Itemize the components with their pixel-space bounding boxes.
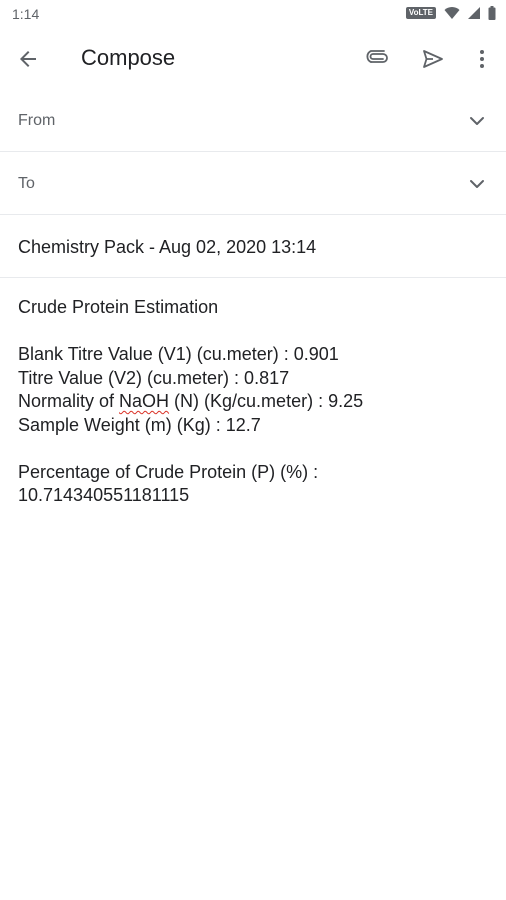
send-icon[interactable] <box>421 47 445 71</box>
chevron-down-icon[interactable] <box>465 109 489 133</box>
body-line: Sample Weight (m) (Kg) : 12.7 <box>18 414 261 435</box>
body-line: Blank Titre Value (V1) (cu.meter) : 0.90… <box>18 344 339 364</box>
status-bar: 1:14 VoLTE <box>0 0 506 28</box>
from-field[interactable]: From <box>0 90 506 152</box>
body-text: Normality of <box>18 391 120 411</box>
body-line: Titre Value (V2) (cu.meter) : 0.817 <box>18 367 290 388</box>
signal-icon <box>468 7 480 19</box>
result-label: Percentage of Crude Protein (P) (%) : <box>18 461 319 482</box>
volte-icon: VoLTE <box>405 7 436 19</box>
body-heading: Crude Protein Estimation <box>18 297 219 317</box>
from-label: From <box>18 112 56 129</box>
more-vert-icon[interactable] <box>470 47 494 71</box>
battery-icon <box>488 6 496 20</box>
result-value: 10.714340551181115 <box>18 485 190 505</box>
body-text: (N) (Kg/cu.meter) : 9.25 <box>169 391 364 411</box>
chevron-down-icon[interactable] <box>465 172 489 196</box>
to-label: To <box>18 175 35 192</box>
wifi-icon <box>444 7 460 20</box>
status-time: 1:14 <box>12 6 40 22</box>
back-arrow-icon[interactable] <box>16 47 40 71</box>
page-title: Compose <box>81 45 176 70</box>
spellcheck-flagged-word[interactable]: NaOH <box>119 391 169 411</box>
app-bar: Compose <box>0 28 506 90</box>
status-icons: VoLTE <box>405 6 496 20</box>
subject-text[interactable]: Chemistry Pack - Aug 02, 2020 13:14 <box>18 237 316 258</box>
attachment-icon[interactable] <box>366 47 394 71</box>
to-field[interactable]: To <box>0 153 506 215</box>
message-body[interactable]: Crude Protein Estimation Blank Titre Val… <box>18 296 488 508</box>
body-line: Normality of NaOH (N) (Kg/cu.meter) : 9.… <box>18 390 488 414</box>
